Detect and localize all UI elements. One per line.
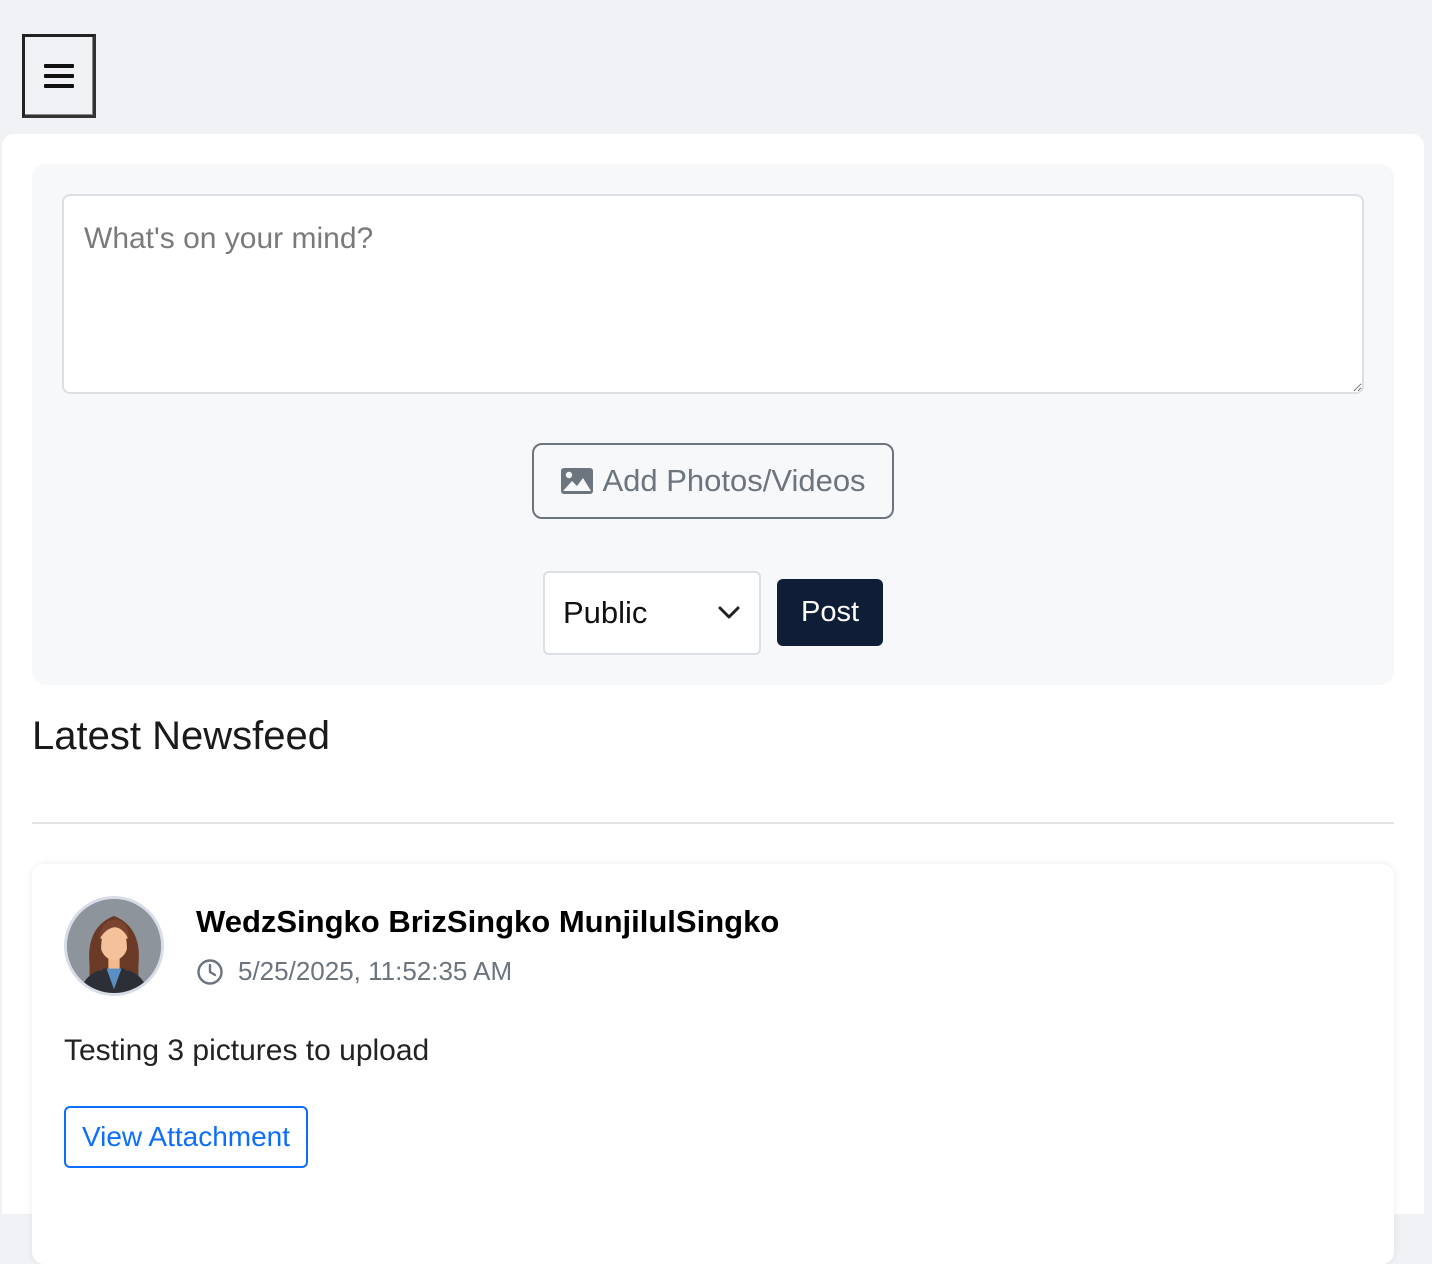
image-icon	[561, 468, 594, 494]
post-body: Testing 3 pictures to upload	[64, 1034, 430, 1067]
divider	[32, 822, 1394, 824]
privacy-selected-value: Public	[563, 595, 648, 630]
post-button[interactable]: Post	[777, 579, 883, 646]
author-name[interactable]: WedzSingko BrizSingko MunjilulSingko	[196, 904, 779, 940]
view-attachment-button[interactable]: View Attachment	[64, 1106, 308, 1168]
post-composer: Add Photos/Videos Public Post	[32, 164, 1394, 685]
newsfeed-title: Latest Newsfeed	[32, 714, 330, 758]
post-textarea[interactable]	[62, 194, 1364, 394]
add-media-label: Add Photos/Videos	[602, 463, 866, 498]
timestamp-text: 5/25/2025, 11:52:35 AM	[238, 956, 513, 986]
add-photos-videos-button[interactable]: Add Photos/Videos	[532, 443, 894, 519]
chevron-down-icon	[718, 606, 740, 619]
privacy-select[interactable]: Public	[543, 571, 761, 655]
post-card: WedzSingko BrizSingko MunjilulSingko 5/2…	[32, 864, 1394, 1264]
avatar-image	[67, 899, 161, 993]
avatar[interactable]	[64, 896, 164, 996]
menu-toggle-button[interactable]	[22, 34, 96, 118]
hamburger-icon	[44, 64, 74, 88]
post-timestamp: 5/25/2025, 11:52:35 AM	[196, 956, 512, 987]
clock-icon	[197, 958, 223, 985]
main-content: Add Photos/Videos Public Post Latest New…	[2, 134, 1424, 1264]
